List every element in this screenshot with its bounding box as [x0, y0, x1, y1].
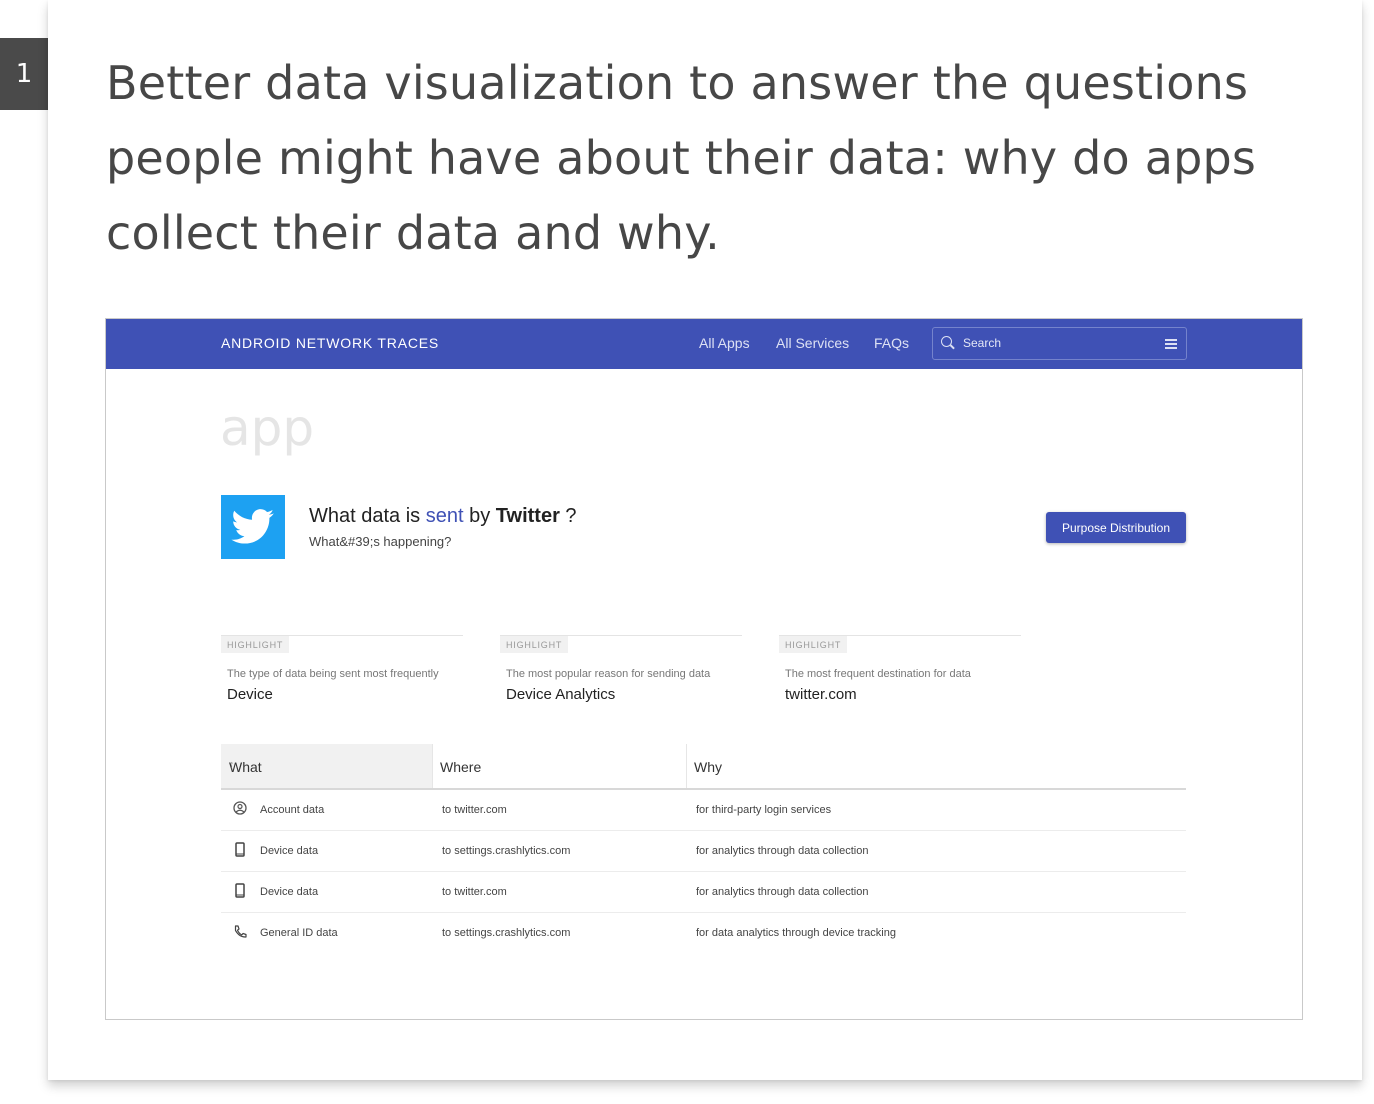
highlight-description: The most popular reason for sending data — [506, 668, 711, 680]
page-title: What data is sent by Twitter ? — [309, 505, 577, 528]
slide-number-badge: 1 — [0, 38, 48, 110]
app-screenshot: ANDROID NETWORK TRACES All Apps All Serv… — [105, 318, 1303, 1020]
column-header-where[interactable]: Where — [432, 744, 686, 788]
slide-heading: Better data visualization to answer the … — [106, 56, 1257, 260]
highlight-value: Device — [227, 686, 273, 703]
cell-where: to settings.crashlytics.com — [442, 927, 571, 939]
app-tagline: What&#39;s happening? — [309, 534, 452, 549]
search-placeholder: Search — [963, 336, 1002, 350]
highlight-card: HIGHLIGHT The most frequent destination … — [779, 635, 1021, 703]
column-header-what[interactable]: What ↑ — [221, 744, 432, 788]
table-row[interactable]: Device data to twitter.com for analytics… — [221, 872, 1186, 913]
cell-why: for analytics through data collection — [696, 845, 869, 857]
nav-link-faqs[interactable]: FAQs — [874, 335, 909, 351]
search-icon — [941, 336, 952, 347]
cell-what: Account data — [260, 804, 325, 816]
title-by: by — [463, 505, 496, 527]
sort-ascending-icon[interactable]: ↑ — [229, 759, 235, 771]
page-watermark: app — [220, 399, 315, 457]
cell-where: to twitter.com — [442, 886, 507, 898]
cell-where: to settings.crashlytics.com — [442, 845, 571, 857]
top-navbar: ANDROID NETWORK TRACES All Apps All Serv… — [106, 319, 1302, 369]
nav-link-all-services[interactable]: All Services — [776, 335, 849, 351]
slide-card: Better data visualization to answer the … — [48, 0, 1362, 1080]
highlight-card: HIGHLIGHT The most popular reason for se… — [500, 635, 742, 703]
cell-why: for data analytics through device tracki… — [696, 927, 896, 939]
phone-device-icon — [235, 883, 245, 898]
highlight-value: twitter.com — [785, 686, 857, 703]
title-prefix: What data is — [309, 505, 426, 527]
filter-settings-icon[interactable] — [1165, 337, 1177, 349]
cell-what: Device data — [260, 886, 319, 898]
search-input[interactable]: Search — [932, 327, 1187, 360]
account-circle-icon — [233, 801, 247, 815]
highlight-description: The most frequent destination for data — [785, 668, 971, 680]
title-sent-word: sent — [425, 505, 464, 527]
title-suffix: ? — [559, 505, 577, 527]
cell-why: for third-party login services — [696, 804, 832, 816]
purpose-distribution-button[interactable]: Purpose Distribution — [1046, 512, 1186, 543]
brand-link[interactable]: ANDROID NETWORK TRACES — [221, 335, 439, 351]
title-app-name: Twitter — [495, 505, 560, 527]
table-row[interactable]: General ID data to settings.crashlytics.… — [221, 913, 1186, 954]
highlight-badge: HIGHLIGHT — [500, 636, 569, 653]
cell-where: to twitter.com — [442, 804, 507, 816]
highlight-description: The type of data being sent most frequen… — [227, 668, 439, 680]
telephone-handset-icon — [234, 925, 247, 938]
column-header-label: Why — [694, 759, 722, 775]
highlight-badge: HIGHLIGHT — [779, 636, 848, 653]
table-row[interactable]: Device data to settings.crashlytics.com … — [221, 831, 1186, 872]
phone-device-icon — [235, 842, 245, 857]
cell-why: for analytics through data collection — [696, 886, 869, 898]
highlight-badge: HIGHLIGHT — [221, 636, 290, 653]
cell-what: General ID data — [260, 927, 338, 939]
table-row[interactable]: Account data to twitter.com for third-pa… — [221, 790, 1186, 831]
twitter-logo-icon — [221, 495, 285, 559]
cell-what: Device data — [260, 845, 319, 857]
nav-link-all-apps[interactable]: All Apps — [699, 335, 750, 351]
column-header-label: Where — [440, 759, 482, 775]
highlight-value: Device Analytics — [506, 686, 616, 703]
column-header-why[interactable]: Why — [686, 744, 1186, 788]
highlight-card: HIGHLIGHT The type of data being sent mo… — [221, 635, 463, 703]
